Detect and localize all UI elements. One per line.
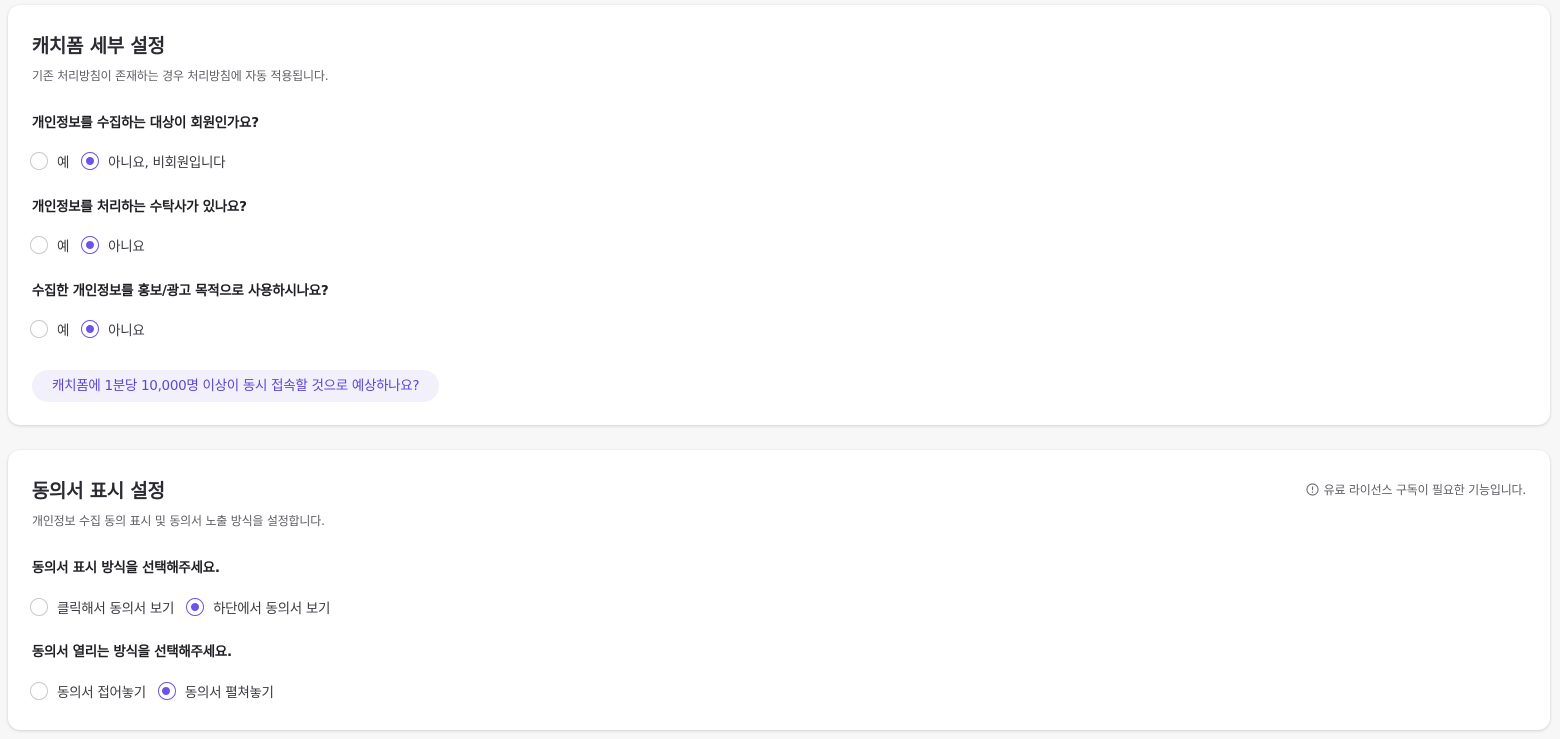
radio-label: 예 (57, 323, 70, 339)
question-processor: 개인정보를 처리하는 수탁사가 있나요? (32, 199, 247, 215)
section-description: 기존 처리방침이 존재하는 경우 처리방침에 자동 적용됩니다. (32, 69, 329, 83)
section-description: 개인정보 수집 동의 표시 및 동의서 노출 방식을 설정합니다. (32, 514, 325, 528)
radio-group-member: 예 아니요, 비회원입니다 (30, 150, 237, 172)
radio-label: 하단에서 동의서 보기 (213, 601, 331, 617)
radio-circle[interactable] (30, 152, 48, 170)
radio-circle[interactable] (30, 320, 48, 338)
radio-collapsed[interactable]: 동의서 접어놓기 (30, 681, 146, 701)
radio-processor-yes[interactable]: 예 (30, 235, 69, 255)
radio-group-marketing: 예 아니요 (30, 318, 157, 340)
radio-circle[interactable] (30, 682, 48, 700)
radio-circle-checked[interactable] (81, 236, 100, 254)
radio-label: 동의서 펼쳐놓기 (184, 685, 274, 701)
radio-member-no[interactable]: 아니요, 비회원입니다 (81, 151, 225, 171)
radio-circle-checked[interactable] (186, 598, 205, 616)
radio-group-display-mode: 클릭해서 동의서 보기 하단에서 동의서 보기 (30, 596, 342, 618)
radio-group-open-mode: 동의서 접어놓기 동의서 펼쳐놓기 (30, 680, 286, 702)
radio-marketing-no[interactable]: 아니요 (81, 319, 145, 339)
question-member: 개인정보를 수집하는 대상이 회원인가요? (32, 115, 259, 131)
license-notice-text: 유료 라이선스 구독이 필요한 기능입니다. (1323, 483, 1527, 497)
radio-label: 아니요 (108, 323, 145, 339)
question-display-mode: 동의서 표시 방식을 선택해주세요. (32, 560, 220, 576)
radio-marketing-yes[interactable]: 예 (30, 319, 69, 339)
info-circle-icon (1306, 483, 1319, 496)
section-title: 캐치폼 세부 설정 (32, 35, 165, 57)
radio-circle-checked[interactable] (81, 320, 100, 338)
question-open-mode: 동의서 열리는 방식을 선택해주세요. (32, 644, 232, 660)
radio-label: 예 (57, 155, 70, 171)
radio-label: 동의서 접어놓기 (57, 685, 146, 701)
question-marketing: 수집한 개인정보를 홍보/광고 목적으로 사용하시나요? (32, 283, 329, 299)
license-notice: 유료 라이선스 구독이 필요한 기능입니다. (1306, 481, 1526, 498)
radio-label: 예 (57, 239, 70, 255)
radio-processor-no[interactable]: 아니요 (81, 235, 145, 255)
catchform-settings-card: 캐치폼 세부 설정 기존 처리방침이 존재하는 경우 처리방침에 자동 적용됩니… (8, 5, 1550, 425)
radio-circle[interactable] (30, 598, 48, 616)
radio-view-at-bottom[interactable]: 하단에서 동의서 보기 (186, 597, 330, 617)
radio-group-processor: 예 아니요 (30, 234, 157, 256)
radio-click-to-view[interactable]: 클릭해서 동의서 보기 (30, 597, 174, 617)
radio-label: 아니요, 비회원입니다 (108, 155, 226, 171)
consent-display-card: 동의서 표시 설정 유료 라이선스 구독이 필요한 기능입니다. 개인정보 수집… (8, 450, 1550, 730)
radio-circle-checked[interactable] (157, 682, 176, 700)
radio-expanded[interactable]: 동의서 펼쳐놓기 (157, 681, 274, 701)
radio-label: 아니요 (108, 239, 145, 255)
traffic-inquiry-button[interactable]: 캐치폼에 1분당 10,000명 이상이 동시 접속할 것으로 예상하나요? (32, 370, 440, 402)
radio-member-yes[interactable]: 예 (30, 151, 69, 171)
section-title: 동의서 표시 설정 (32, 480, 165, 502)
radio-circle[interactable] (30, 236, 48, 254)
radio-label: 클릭해서 동의서 보기 (57, 601, 175, 617)
radio-circle-checked[interactable] (81, 152, 100, 170)
